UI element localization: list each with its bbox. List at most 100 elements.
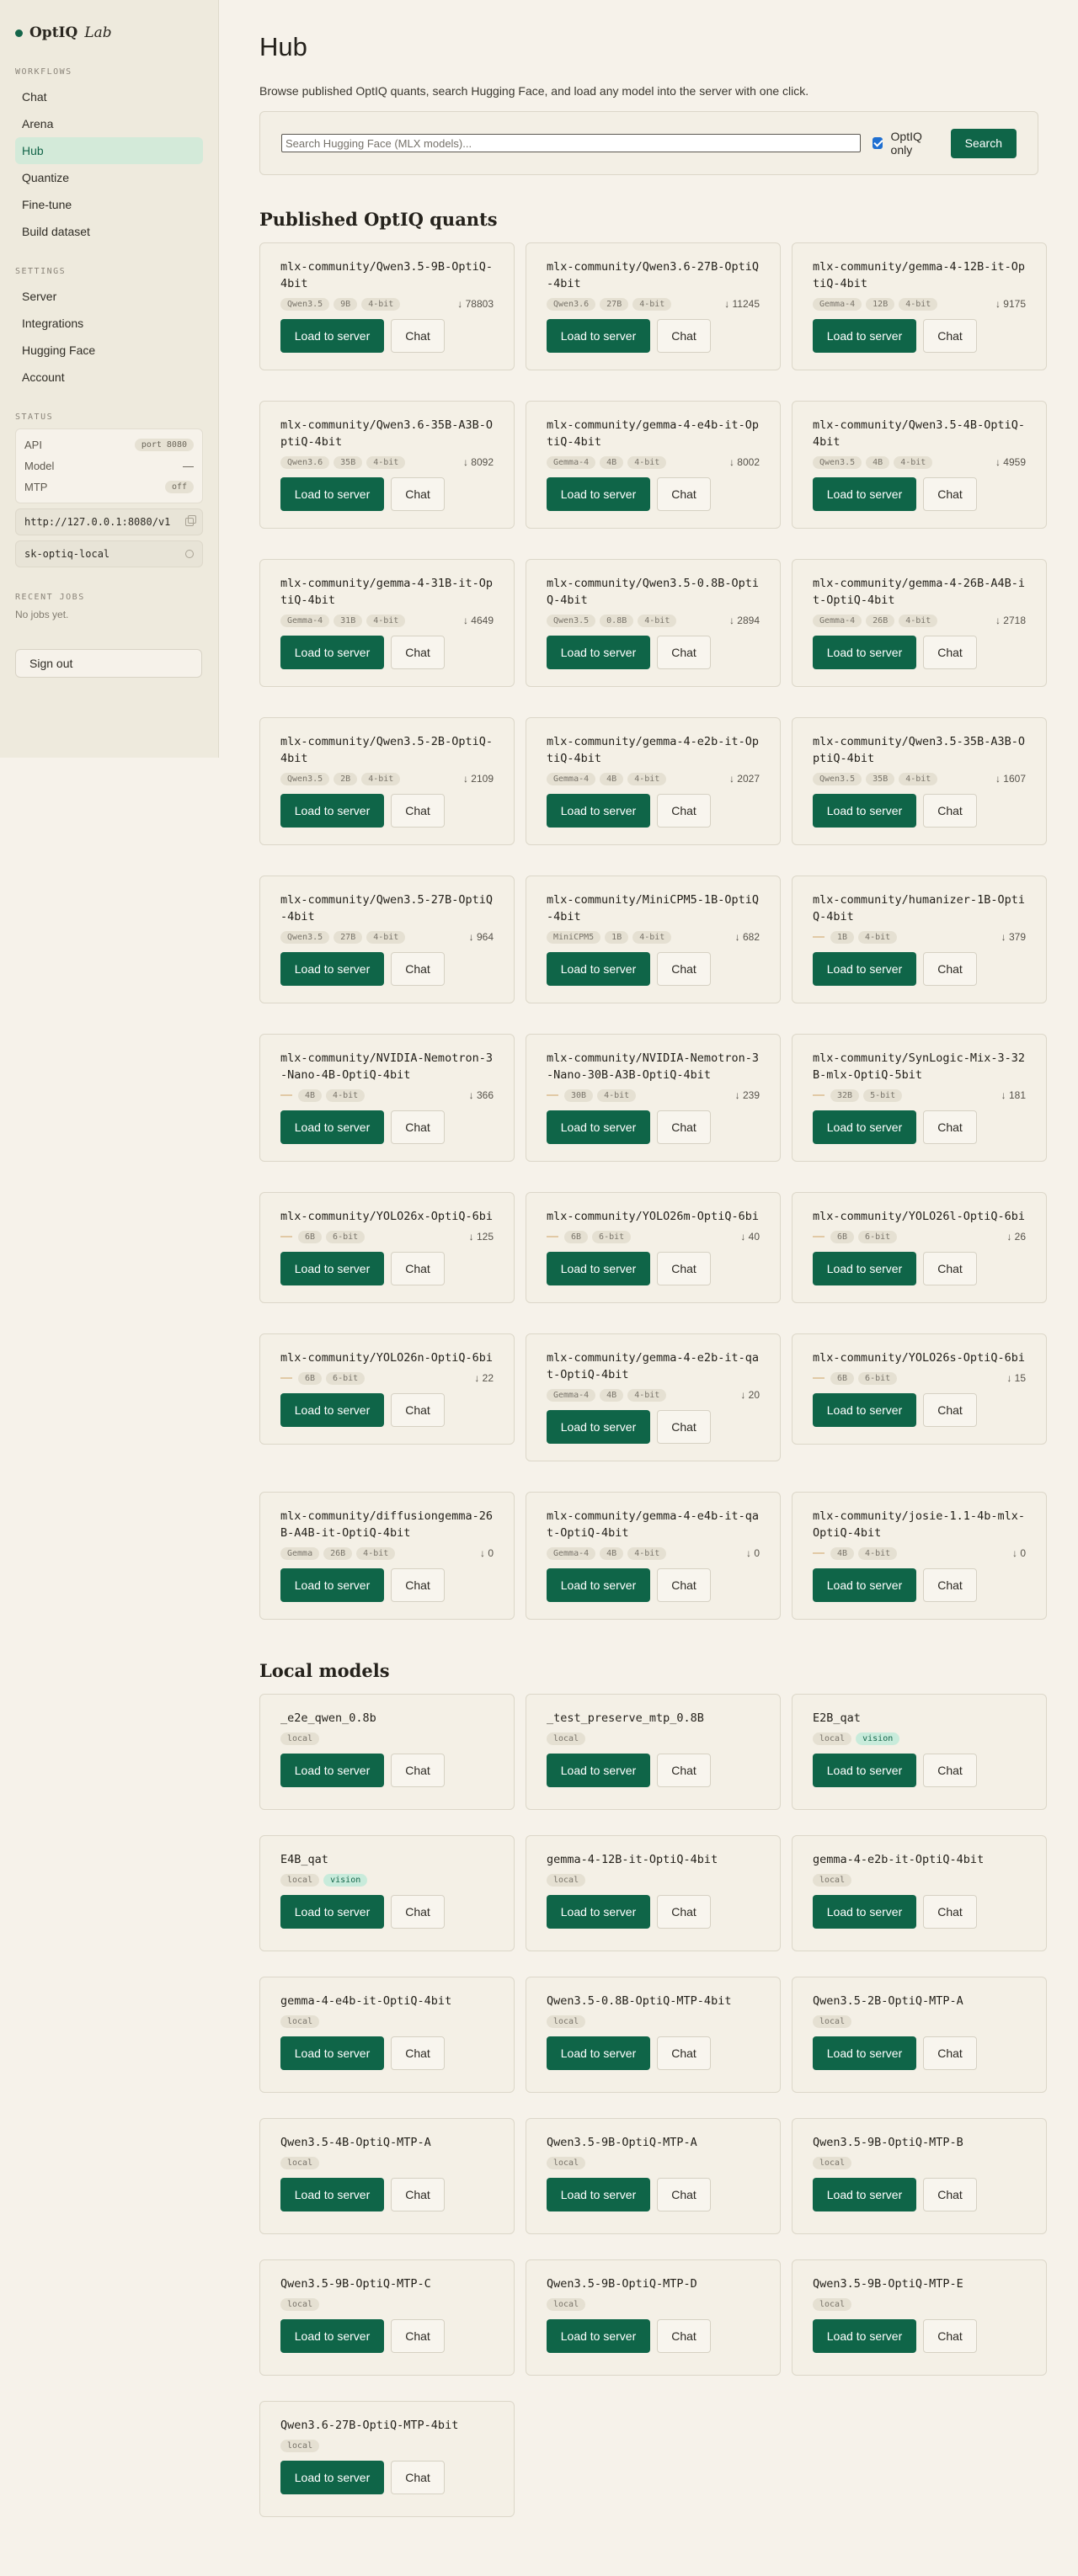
load-to-server-button[interactable]: Load to server — [280, 2178, 384, 2211]
load-to-server-button[interactable]: Load to server — [547, 2178, 650, 2211]
copy-icon[interactable] — [185, 515, 196, 526]
load-to-server-button[interactable]: Load to server — [280, 319, 384, 353]
load-to-server-button[interactable]: Load to server — [813, 2319, 916, 2353]
load-to-server-button[interactable]: Load to server — [813, 952, 916, 986]
chat-button[interactable]: Chat — [657, 636, 711, 669]
chat-button[interactable]: Chat — [657, 1568, 711, 1602]
chat-button[interactable]: Chat — [391, 1110, 445, 1144]
load-to-server-button[interactable]: Load to server — [813, 1110, 916, 1144]
chat-button[interactable]: Chat — [391, 2036, 445, 2070]
chat-button[interactable]: Chat — [923, 1568, 977, 1602]
load-to-server-button[interactable]: Load to server — [813, 1252, 916, 1285]
sidebar-item-hub[interactable]: Hub — [15, 137, 203, 164]
load-to-server-button[interactable]: Load to server — [547, 952, 650, 986]
load-to-server-button[interactable]: Load to server — [547, 1410, 650, 1444]
load-to-server-button[interactable]: Load to server — [813, 477, 916, 511]
chat-button[interactable]: Chat — [923, 636, 977, 669]
load-to-server-button[interactable]: Load to server — [280, 952, 384, 986]
chat-button[interactable]: Chat — [923, 2178, 977, 2211]
load-to-server-button[interactable]: Load to server — [280, 636, 384, 669]
sidebar-item-arena[interactable]: Arena — [15, 110, 203, 137]
chat-button[interactable]: Chat — [657, 1252, 711, 1285]
sign-out-button[interactable]: Sign out — [15, 649, 202, 678]
load-to-server-button[interactable]: Load to server — [547, 1754, 650, 1787]
chat-button[interactable]: Chat — [923, 1110, 977, 1144]
chat-button[interactable]: Chat — [923, 2036, 977, 2070]
sidebar-item-account[interactable]: Account — [15, 364, 203, 391]
chat-button[interactable]: Chat — [391, 1393, 445, 1427]
chat-button[interactable]: Chat — [391, 2319, 445, 2353]
chat-button[interactable]: Chat — [923, 1754, 977, 1787]
chat-button[interactable]: Chat — [657, 2178, 711, 2211]
load-to-server-button[interactable]: Load to server — [547, 794, 650, 828]
load-to-server-button[interactable]: Load to server — [547, 2319, 650, 2353]
chat-button[interactable]: Chat — [923, 794, 977, 828]
chat-button[interactable]: Chat — [657, 1410, 711, 1444]
load-to-server-button[interactable]: Load to server — [280, 1252, 384, 1285]
sidebar-item-server[interactable]: Server — [15, 283, 203, 310]
chat-button[interactable]: Chat — [391, 1252, 445, 1285]
chat-button[interactable]: Chat — [657, 1895, 711, 1929]
chat-button[interactable]: Chat — [923, 319, 977, 353]
chat-button[interactable]: Chat — [657, 1110, 711, 1144]
load-to-server-button[interactable]: Load to server — [813, 1568, 916, 1602]
chat-button[interactable]: Chat — [391, 952, 445, 986]
brand-logo[interactable]: OptIQ Lab — [15, 24, 203, 42]
chat-button[interactable]: Chat — [391, 1895, 445, 1929]
sidebar-item-hugging-face[interactable]: Hugging Face — [15, 337, 203, 364]
chat-button[interactable]: Chat — [391, 794, 445, 828]
chat-button[interactable]: Chat — [923, 1252, 977, 1285]
load-to-server-button[interactable]: Load to server — [280, 1393, 384, 1427]
chat-button[interactable]: Chat — [923, 2319, 977, 2353]
load-to-server-button[interactable]: Load to server — [813, 636, 916, 669]
load-to-server-button[interactable]: Load to server — [280, 2319, 384, 2353]
load-to-server-button[interactable]: Load to server — [280, 2036, 384, 2070]
chat-button[interactable]: Chat — [657, 1754, 711, 1787]
load-to-server-button[interactable]: Load to server — [547, 2036, 650, 2070]
load-to-server-button[interactable]: Load to server — [813, 1754, 916, 1787]
load-to-server-button[interactable]: Load to server — [280, 1754, 384, 1787]
chat-button[interactable]: Chat — [657, 2036, 711, 2070]
chat-button[interactable]: Chat — [391, 1568, 445, 1602]
chat-button[interactable]: Chat — [923, 477, 977, 511]
chat-button[interactable]: Chat — [391, 1754, 445, 1787]
load-to-server-button[interactable]: Load to server — [813, 2178, 916, 2211]
load-to-server-button[interactable]: Load to server — [547, 319, 650, 353]
chat-button[interactable]: Chat — [391, 477, 445, 511]
eye-icon[interactable] — [185, 550, 194, 558]
sidebar-item-chat[interactable]: Chat — [15, 83, 203, 110]
load-to-server-button[interactable]: Load to server — [280, 1895, 384, 1929]
load-to-server-button[interactable]: Load to server — [813, 319, 916, 353]
search-input[interactable] — [281, 134, 861, 152]
chat-button[interactable]: Chat — [657, 2319, 711, 2353]
chat-button[interactable]: Chat — [657, 477, 711, 511]
chat-button[interactable]: Chat — [391, 2461, 445, 2494]
chat-button[interactable]: Chat — [657, 952, 711, 986]
chat-button[interactable]: Chat — [391, 636, 445, 669]
chat-button[interactable]: Chat — [657, 319, 711, 353]
sidebar-item-integrations[interactable]: Integrations — [15, 310, 203, 337]
load-to-server-button[interactable]: Load to server — [280, 1568, 384, 1602]
load-to-server-button[interactable]: Load to server — [547, 1252, 650, 1285]
load-to-server-button[interactable]: Load to server — [280, 477, 384, 511]
sidebar-item-build-dataset[interactable]: Build dataset — [15, 218, 203, 245]
chat-button[interactable]: Chat — [657, 794, 711, 828]
search-button[interactable]: Search — [950, 128, 1017, 158]
load-to-server-button[interactable]: Load to server — [280, 2461, 384, 2494]
load-to-server-button[interactable]: Load to server — [547, 1568, 650, 1602]
chat-button[interactable]: Chat — [923, 1895, 977, 1929]
load-to-server-button[interactable]: Load to server — [813, 794, 916, 828]
sidebar-item-quantize[interactable]: Quantize — [15, 164, 203, 191]
api-url-field[interactable]: http://127.0.0.1:8080/v1 — [15, 508, 203, 535]
load-to-server-button[interactable]: Load to server — [813, 2036, 916, 2070]
load-to-server-button[interactable]: Load to server — [813, 1895, 916, 1929]
load-to-server-button[interactable]: Load to server — [813, 1393, 916, 1427]
load-to-server-button[interactable]: Load to server — [547, 1895, 650, 1929]
chat-button[interactable]: Chat — [391, 2178, 445, 2211]
load-to-server-button[interactable]: Load to server — [547, 477, 650, 511]
chat-button[interactable]: Chat — [923, 1393, 977, 1427]
chat-button[interactable]: Chat — [923, 952, 977, 986]
optiq-only-checkbox[interactable] — [873, 137, 883, 149]
load-to-server-button[interactable]: Load to server — [280, 794, 384, 828]
load-to-server-button[interactable]: Load to server — [280, 1110, 384, 1144]
